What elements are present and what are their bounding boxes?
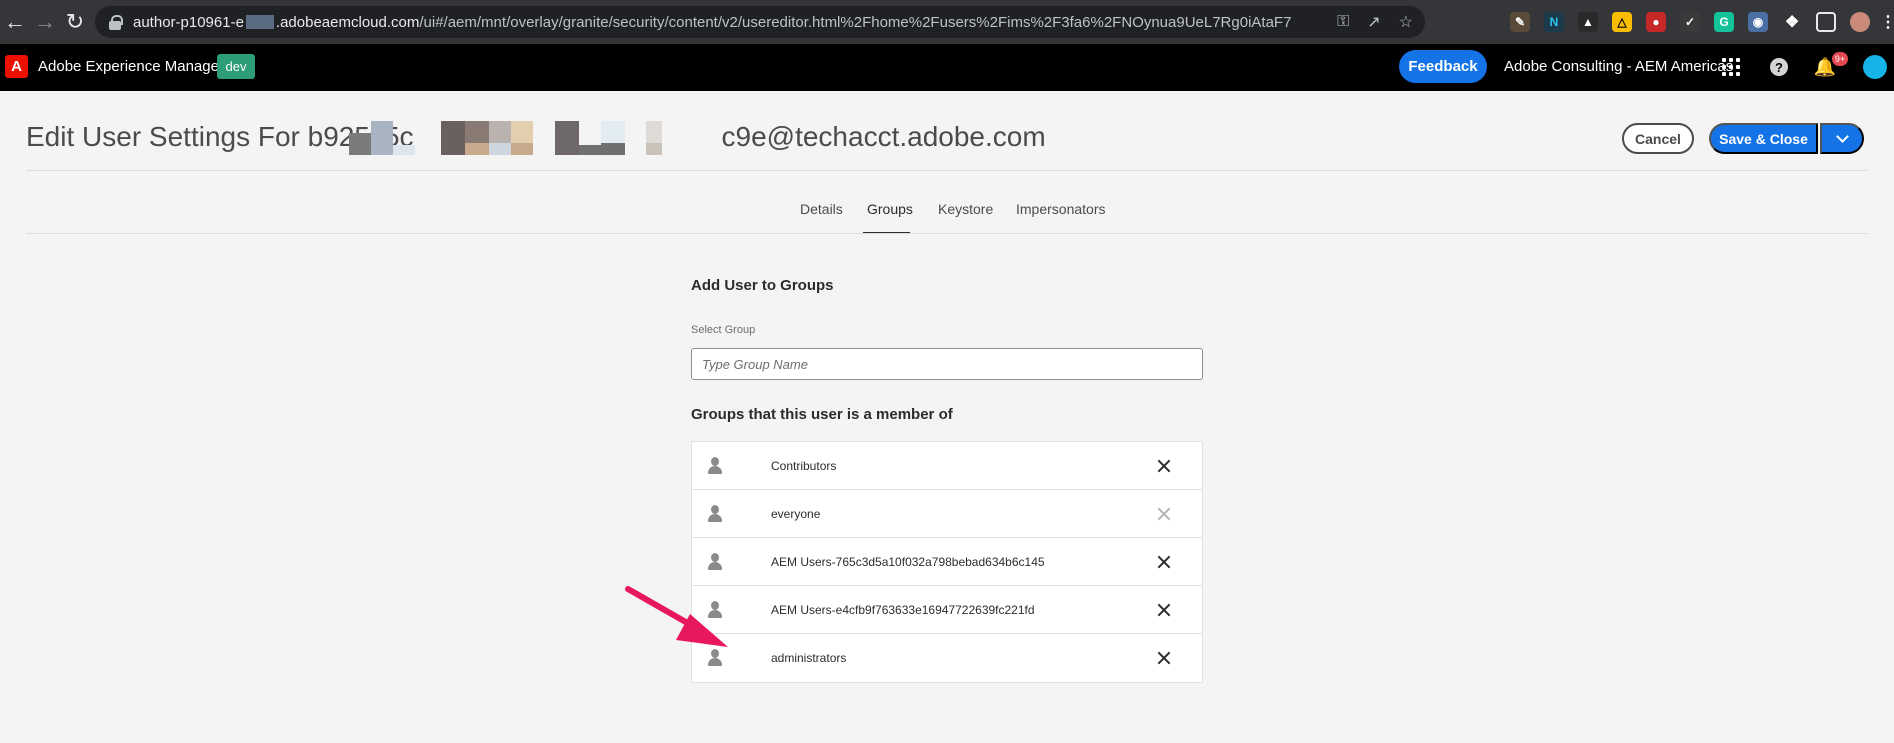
cancel-button[interactable]: Cancel [1622, 123, 1694, 154]
group-name: administrators [771, 651, 847, 665]
redaction-block [349, 121, 419, 155]
browser-toolbar: ← → ↻ author-p10961-e .adobeaemcloud.com… [0, 0, 1894, 44]
group-icon [706, 600, 726, 620]
address-bar[interactable]: author-p10961-e .adobeaemcloud.com /ui#/… [95, 6, 1425, 38]
aem-shell-header: A Adobe Experience Manager dev Feedback … [0, 44, 1894, 91]
save-and-close-button[interactable]: Save & Close [1709, 123, 1818, 154]
extension-globe-icon[interactable]: ◉ [1748, 12, 1768, 32]
close-icon [1157, 651, 1171, 665]
adobe-logo-icon[interactable]: A [5, 55, 28, 78]
group-name: AEM Users-e4cfb9f763633e16947722639fc221… [771, 602, 1035, 617]
list-item: Contributors [692, 442, 1202, 490]
group-name: Contributors [771, 458, 837, 473]
forward-icon[interactable]: → [30, 0, 60, 44]
bookmark-star-icon[interactable]: ☆ [1399, 12, 1413, 32]
remove-group-button[interactable] [1154, 648, 1174, 668]
group-icon [706, 504, 726, 524]
member-groups-list: Contributors everyone AEM Users-765c3d5a… [691, 441, 1203, 683]
remove-group-button[interactable] [1154, 600, 1174, 620]
group-icon [706, 552, 726, 572]
add-to-groups-heading: Add User to Groups [691, 277, 834, 294]
list-item: AEM Users-e4cfb9f763633e16947722639fc221… [692, 586, 1202, 634]
environment-badge: dev [217, 54, 255, 79]
chevron-down-icon [1835, 129, 1849, 143]
tab-details[interactable]: Details [800, 201, 843, 217]
back-icon[interactable]: ← [0, 0, 30, 44]
close-icon [1157, 555, 1171, 569]
url-path: /ui#/aem/mnt/overlay/granite/security/co… [419, 13, 1292, 31]
help-icon[interactable]: ? [1768, 56, 1790, 78]
logo-letter: A [11, 58, 22, 75]
close-icon [1157, 459, 1171, 473]
extension-n-icon[interactable]: N [1544, 12, 1564, 32]
org-switcher[interactable]: Adobe Consulting - AEM Americas [1504, 58, 1733, 75]
group-icon [706, 648, 726, 668]
group-icon [706, 456, 726, 476]
group-name: everyone [771, 506, 821, 521]
list-item: everyone [692, 490, 1202, 538]
key-icon[interactable]: ⚿ [1337, 13, 1349, 31]
url-prefix: author-p10961-e [133, 13, 244, 31]
tab-keystore[interactable]: Keystore [938, 201, 993, 217]
divider [26, 233, 1868, 234]
redaction-block [441, 121, 533, 155]
lock-icon [109, 14, 123, 30]
redaction-block [646, 121, 662, 155]
tab-bar: Details Groups Keystore Impersonators [0, 195, 1894, 235]
browser-menu-icon[interactable]: ⋮ [1880, 12, 1894, 32]
url-host: .adobeaemcloud.com [275, 13, 420, 31]
side-panel-icon[interactable] [1816, 12, 1836, 32]
extensions-puzzle-icon[interactable]: ❖ [1782, 12, 1802, 32]
extension-grammarly-icon[interactable]: G [1714, 12, 1734, 32]
save-options-dropdown[interactable] [1820, 123, 1864, 154]
app-title[interactable]: Adobe Experience Manager [38, 58, 224, 75]
extension-pen-icon[interactable]: ✎ [1510, 12, 1530, 32]
user-avatar[interactable] [1863, 55, 1887, 79]
extension-drive-icon[interactable]: △ [1612, 12, 1632, 32]
tab-groups[interactable]: Groups [867, 201, 913, 217]
group-name: AEM Users-765c3d5a10f032a798bebad634b6c1… [771, 554, 1045, 569]
remove-group-button-disabled [1154, 504, 1174, 524]
extension-check-icon[interactable]: ✓ [1680, 12, 1700, 32]
notification-badge: 9+ [1832, 52, 1848, 66]
page-title: Edit User Settings For b925c5c c9e@techac… [26, 121, 1046, 153]
remove-group-button[interactable] [1154, 552, 1174, 572]
redaction-block [555, 121, 625, 155]
list-item: AEM Users-765c3d5a10f032a798bebad634b6c1… [692, 538, 1202, 586]
list-item: administrators [692, 634, 1202, 682]
remove-group-button[interactable] [1154, 456, 1174, 476]
extension-hat-icon[interactable]: ▲ [1578, 12, 1598, 32]
member-groups-heading: Groups that this user is a member of [691, 406, 953, 423]
tab-impersonators[interactable]: Impersonators [1016, 201, 1105, 217]
reload-icon[interactable]: ↻ [60, 0, 90, 44]
close-icon [1157, 603, 1171, 617]
group-search-input[interactable] [691, 348, 1203, 380]
select-group-label: Select Group [691, 324, 756, 336]
share-icon[interactable]: ↗ [1367, 12, 1380, 32]
feedback-button[interactable]: Feedback [1399, 50, 1487, 83]
extension-shield-icon[interactable]: ● [1646, 12, 1666, 32]
divider [26, 170, 1868, 171]
close-icon [1157, 507, 1171, 521]
page-title-suffix: c9e@techacct.adobe.com [721, 121, 1046, 152]
apps-grid-icon[interactable] [1720, 56, 1742, 78]
profile-avatar-icon[interactable] [1850, 12, 1870, 32]
redacted-url-segment [245, 15, 274, 29]
